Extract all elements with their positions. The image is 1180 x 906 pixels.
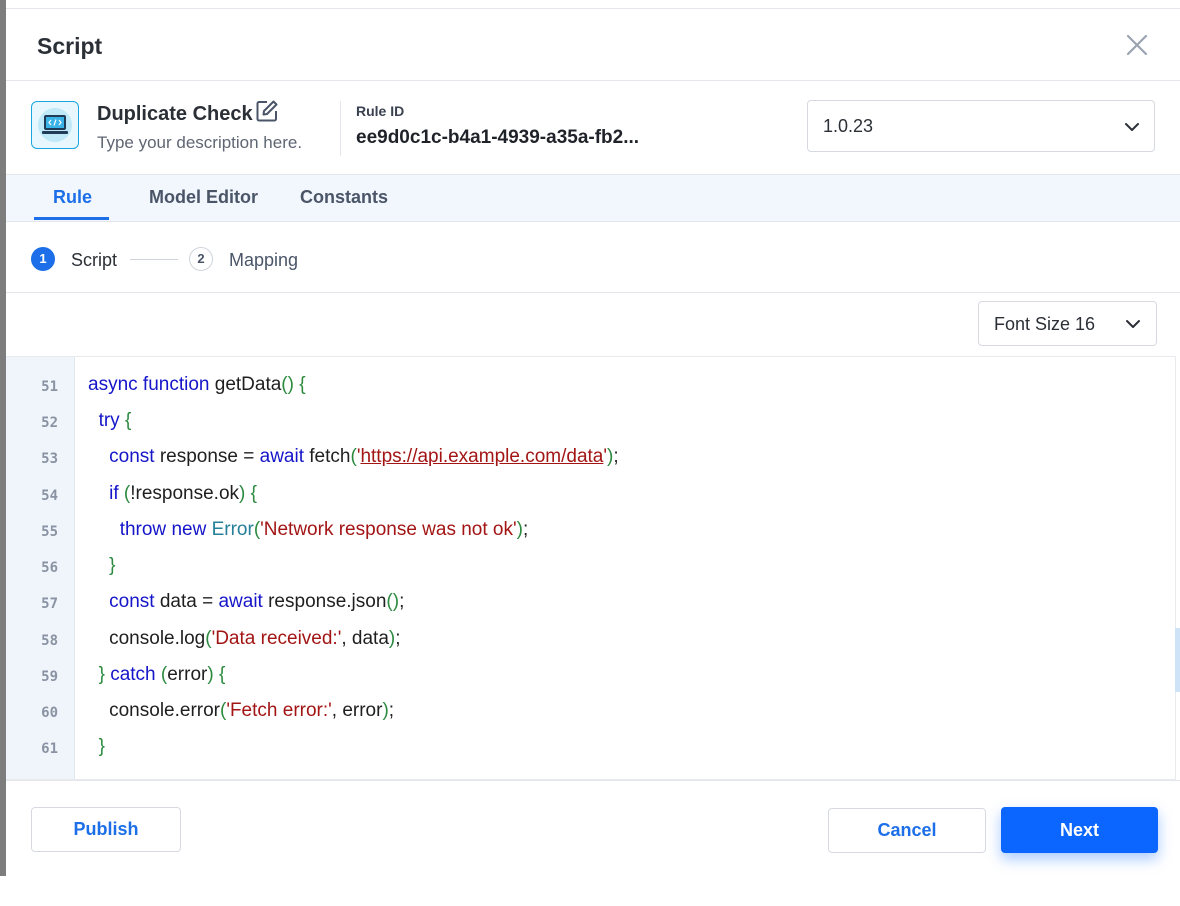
line-number: 58 xyxy=(41,633,58,649)
tab-bar: Rule Model Editor Constants xyxy=(6,174,1180,222)
modal-footer: Publish Cancel Next xyxy=(6,780,1180,878)
script-modal: Script Duplicate Check Type your descrip… xyxy=(6,8,1180,877)
scrollbar-thumb[interactable] xyxy=(1175,628,1180,692)
tab-constants[interactable]: Constants xyxy=(300,187,388,208)
rule-id-value: ee9d0c1c-b4a1-4939-a35a-fb2... xyxy=(356,127,640,148)
code-line: } catch (error) { xyxy=(98,664,226,685)
line-number: 52 xyxy=(41,415,58,431)
rule-id-label: Rule ID xyxy=(356,103,405,119)
chevron-down-icon xyxy=(1123,314,1143,334)
edit-icon[interactable] xyxy=(255,99,279,123)
publish-button[interactable]: Publish xyxy=(31,807,181,852)
font-size-value: Font Size 16 xyxy=(994,314,1096,334)
code-line: const data = await response.json(); xyxy=(109,591,405,612)
step-2-label[interactable]: Mapping xyxy=(229,250,298,271)
line-number: 53 xyxy=(41,451,58,467)
rule-name: Duplicate Check xyxy=(97,103,253,125)
code-line: throw new Error('Network response was no… xyxy=(119,519,529,540)
code-editor[interactable]: 51 52 53 54 55 56 57 58 59 60 61 async f… xyxy=(6,356,1176,780)
code-line: try { xyxy=(98,410,132,431)
cancel-button[interactable]: Cancel xyxy=(828,808,986,853)
line-number: 56 xyxy=(41,560,58,576)
line-number: 54 xyxy=(41,488,58,504)
rule-info-row: Duplicate Check Type your description he… xyxy=(6,81,1180,174)
line-number: 51 xyxy=(41,379,58,395)
line-number: 55 xyxy=(41,524,58,540)
modal-title: Script xyxy=(37,33,103,59)
step-connector xyxy=(130,259,178,260)
chevron-down-icon xyxy=(1122,117,1142,137)
line-number: 59 xyxy=(41,669,58,685)
line-number: 60 xyxy=(41,705,58,721)
line-number-gutter: 51 52 53 54 55 56 57 58 59 60 61 xyxy=(6,357,75,779)
active-tab-indicator xyxy=(34,217,109,220)
code-line: console.error('Fetch error:', error); xyxy=(88,700,395,721)
tab-rule[interactable]: Rule xyxy=(53,187,92,208)
code-line: console.log('Data received:', data); xyxy=(88,628,401,649)
code-line: async function getData() { xyxy=(88,374,306,395)
code-line: } xyxy=(109,555,116,576)
code-line: if (!response.ok) { xyxy=(109,483,257,504)
step-1-label[interactable]: Script xyxy=(71,250,117,271)
divider xyxy=(340,101,341,156)
version-select[interactable]: 1.0.23 xyxy=(807,100,1155,152)
next-button[interactable]: Next xyxy=(1001,807,1158,853)
stepper: 1 Script 2 Mapping xyxy=(6,221,1180,293)
code-line: const response = await fetch('https://ap… xyxy=(109,446,619,467)
editor-toolbar: Font Size 16 xyxy=(6,293,1180,355)
tab-model-editor[interactable]: Model Editor xyxy=(149,187,258,208)
step-2-badge[interactable]: 2 xyxy=(189,247,213,271)
modal-header: Script xyxy=(6,9,1180,81)
code-line: } xyxy=(98,736,105,757)
version-value: 1.0.23 xyxy=(823,116,874,136)
close-icon[interactable] xyxy=(1123,31,1151,59)
font-size-select[interactable]: Font Size 16 xyxy=(978,301,1157,346)
rule-description[interactable]: Type your description here. xyxy=(97,133,302,153)
line-number: 61 xyxy=(41,741,58,757)
code-screen-icon xyxy=(31,101,79,149)
step-1-badge[interactable]: 1 xyxy=(31,247,55,271)
line-number: 57 xyxy=(41,596,58,612)
